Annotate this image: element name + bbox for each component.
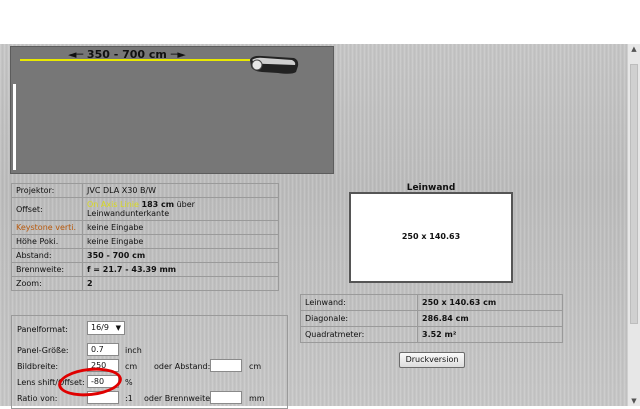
brennweite-label: oder Brennweite: [144,394,213,403]
brennweite-unit: mm [249,394,265,403]
calculator-form: Panelformat: 16/9 ▼ Panel-Größe: 0.7 inc… [11,315,288,409]
panelgroesse-label: Panel-Größe: [17,346,69,355]
spec-label: Abstand: [11,248,83,263]
ratio-label: Ratio von: [17,394,58,403]
screen-side-marker [13,84,16,170]
result-label: Diagonale: [300,310,418,327]
table-row: Quadratmeter: 3.52 m² [300,326,563,343]
panelgroesse-unit: inch [125,346,142,355]
scroll-down-arrow-icon[interactable]: ▼ [628,396,640,406]
abstand-label: oder Abstand: [154,362,211,371]
result-label: Quadratmeter: [300,326,418,343]
result-value: 3.52 m² [417,326,563,343]
scroll-thumb[interactable] [630,64,638,324]
result-label: Leinwand: [300,294,418,311]
panelformat-select[interactable]: 16/9 ▼ [87,321,125,335]
projector-icon [250,55,299,74]
bildbreite-unit: cm [125,362,138,371]
spec-label: Brennweite: [11,262,83,277]
spec-value: keine Eingabe [82,220,279,235]
spec-label: Zoom: [11,276,83,291]
spec-value: keine Eingabe [82,234,279,249]
panelgroesse-input[interactable]: 0.7 [87,343,119,356]
spec-value: f = 21.7 - 43.39 mm [82,262,279,277]
spec-label: Projektor: [11,183,83,198]
print-version-button[interactable]: Druckversion [399,352,465,368]
spec-label: Höhe Poki. [11,234,83,249]
offset-highlight: On Axis Linie [87,200,139,209]
scroll-up-arrow-icon[interactable]: ▲ [628,44,640,54]
table-row: Abstand: 350 - 700 cm [11,248,279,263]
bildbreite-label: Bildbreite: [17,362,59,371]
spec-value: 350 - 700 cm [82,248,279,263]
panelformat-value: 16/9 [91,323,109,332]
table-row: Zoom: 2 [11,276,279,291]
offset-bold: 183 cm [141,200,175,209]
spec-label: Keystone verti. [11,220,83,235]
distance-range-label: ◄─ 350 - 700 cm ─► [68,48,186,61]
spec-value-offset: On Axis Linie 183 cm über Leinwandunterk… [82,197,279,221]
offset-rest: über [176,200,195,209]
result-value: 286.84 cm [417,310,563,327]
panelformat-label: Panelformat: [17,325,68,334]
ratio-separator: :1 [125,394,133,403]
result-value: 250 x 140.63 cm [417,294,563,311]
table-row: Keystone verti. keine Eingabe [11,220,279,235]
table-row: Offset: On Axis Linie 183 cm über Leinwa… [11,197,279,221]
abstand-input[interactable] [210,359,242,372]
results-table: Leinwand: 250 x 140.63 cm Diagonale: 286… [300,294,563,343]
table-row: Diagonale: 286.84 cm [300,310,563,327]
lens-shift-unit: % [125,378,133,387]
screen-size-label: 250 x 140.63 [401,232,461,241]
spec-value: 2 [82,276,279,291]
abstand-unit: cm [249,362,262,371]
table-row: Höhe Poki. keine Eingabe [11,234,279,249]
spec-value: JVC DLA X30 B/W [82,183,279,198]
table-row: Leinwand: 250 x 140.63 cm [300,294,563,311]
chevron-down-icon: ▼ [115,324,121,332]
table-row: Brennweite: f = 21.7 - 43.39 mm [11,262,279,277]
projector-specs-table: Projektor: JVC DLA X30 B/W Offset: On Ax… [11,183,279,291]
brennweite-input[interactable] [210,391,242,404]
screen-preview: 250 x 140.63 [349,192,513,283]
offset-line2: Leinwandunterkante [87,209,170,218]
table-row: Projektor: JVC DLA X30 B/W [11,183,279,198]
spec-label: Offset: [11,197,83,221]
vertical-scrollbar[interactable]: ▲ ▼ [627,44,640,406]
